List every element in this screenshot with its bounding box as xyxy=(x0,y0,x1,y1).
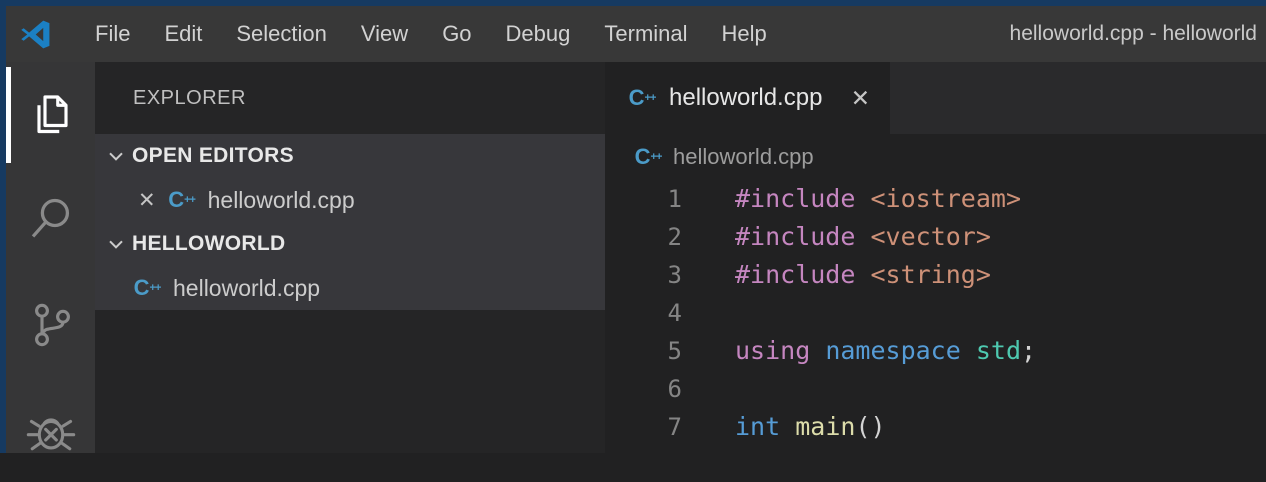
code-token: std xyxy=(976,336,1021,365)
activity-search-button[interactable] xyxy=(6,167,95,272)
code-token: main xyxy=(795,412,855,441)
menu-item-selection[interactable]: Selection xyxy=(219,6,344,62)
activity-debug-button[interactable] xyxy=(6,377,95,482)
menu-item-view[interactable]: View xyxy=(344,6,425,62)
menu-item-terminal[interactable]: Terminal xyxy=(587,6,704,62)
code-token xyxy=(855,222,870,251)
section-folder-helloworld[interactable]: HELLOWORLD xyxy=(95,222,605,266)
code-token xyxy=(810,336,825,365)
explorer-sidebar: EXPLORER OPEN EDITORS ✕ C++ helloworld.c… xyxy=(95,62,605,453)
window-title: helloworld.cpp - helloworld xyxy=(1010,22,1266,46)
window-border-top xyxy=(0,0,1266,6)
tab-helloworld[interactable]: C++ helloworld.cpp ✕ xyxy=(605,62,890,134)
activity-source-control-button[interactable] xyxy=(6,272,95,377)
code-token: ; xyxy=(1021,336,1036,365)
code-token: #include xyxy=(735,222,855,251)
cpp-file-icon: C++ xyxy=(633,146,663,168)
code-token: () xyxy=(855,412,885,441)
code-line[interactable]: 4 xyxy=(605,294,1266,332)
file-name: helloworld.cpp xyxy=(208,187,355,214)
code-line[interactable]: 7 int main() xyxy=(605,408,1266,446)
active-view-indicator xyxy=(6,67,11,163)
debug-icon xyxy=(26,405,76,455)
editor-group: C++ helloworld.cpp ✕ C++ helloworld.cpp … xyxy=(605,62,1266,453)
line-number: 6 xyxy=(605,370,682,408)
cpp-file-icon: C++ xyxy=(627,87,657,109)
code-line[interactable]: 5 using namespace std; xyxy=(605,332,1266,370)
chevron-down-icon xyxy=(104,144,128,168)
section-open-editors[interactable]: OPEN EDITORS xyxy=(95,134,605,178)
search-icon xyxy=(26,195,76,245)
menu-item-debug[interactable]: Debug xyxy=(489,6,588,62)
code-line[interactable]: 3 #include <string> xyxy=(605,256,1266,294)
close-icon[interactable]: ✕ xyxy=(138,190,156,211)
code-token: int xyxy=(735,412,780,441)
code-editor: 1 #include <iostream> 2 #include <vector… xyxy=(605,180,1266,453)
file-tree: OPEN EDITORS ✕ C++ helloworld.cpp HELLOW… xyxy=(95,134,605,310)
tab-close-icon[interactable]: ✕ xyxy=(851,87,870,110)
section-label: HELLOWORLD xyxy=(132,232,285,256)
tab-bar: C++ helloworld.cpp ✕ xyxy=(605,62,1266,134)
chevron-down-icon xyxy=(104,232,128,256)
code-token: <string> xyxy=(870,260,990,289)
window-border-left xyxy=(0,0,6,453)
open-editor-item[interactable]: ✕ C++ helloworld.cpp xyxy=(95,178,605,222)
breadcrumbs: C++ helloworld.cpp xyxy=(605,134,1266,180)
line-number: 2 xyxy=(605,218,682,256)
code-token: using xyxy=(735,336,810,365)
code-token xyxy=(961,336,976,365)
code-token xyxy=(780,412,795,441)
code-line[interactable]: 2 #include <vector> xyxy=(605,218,1266,256)
tab-label: helloworld.cpp xyxy=(669,84,822,112)
menu-item-go[interactable]: Go xyxy=(425,6,488,62)
code-token: namespace xyxy=(825,336,960,365)
menu-item-edit[interactable]: Edit xyxy=(147,6,219,62)
files-icon xyxy=(27,91,75,139)
code-token: #include xyxy=(735,260,855,289)
cpp-file-icon: C++ xyxy=(167,189,197,211)
breadcrumb-label: helloworld.cpp xyxy=(673,144,814,170)
file-name: helloworld.cpp xyxy=(173,275,320,302)
line-number: 1 xyxy=(605,180,682,218)
code-token xyxy=(855,260,870,289)
code-token: <vector> xyxy=(870,222,990,251)
source-control-icon xyxy=(27,301,75,349)
vscode-window: { "window": { "title": "helloworld.cpp -… xyxy=(0,0,1266,453)
vscode-logo-icon xyxy=(19,18,52,51)
title-bar: File Edit Selection View Go Debug Termin… xyxy=(6,6,1266,62)
code-token: #include xyxy=(735,184,855,213)
section-label: OPEN EDITORS xyxy=(132,144,294,168)
menu-item-help[interactable]: Help xyxy=(705,6,784,62)
line-number: 4 xyxy=(605,294,682,332)
line-number: 7 xyxy=(605,408,682,446)
breadcrumb-item-file[interactable]: C++ helloworld.cpp xyxy=(633,144,814,170)
tree-file-item[interactable]: C++ helloworld.cpp xyxy=(95,266,605,310)
cpp-file-icon: C++ xyxy=(132,277,162,299)
code-line[interactable]: 6 xyxy=(605,370,1266,408)
code-line[interactable]: 1 #include <iostream> xyxy=(605,180,1266,218)
line-number: 3 xyxy=(605,256,682,294)
code-token: <iostream> xyxy=(870,184,1021,213)
sidebar-title: EXPLORER xyxy=(95,62,605,134)
menu-bar: File Edit Selection View Go Debug Termin… xyxy=(78,6,784,62)
activity-explorer-button[interactable] xyxy=(6,62,95,167)
menu-item-file[interactable]: File xyxy=(78,6,147,62)
activity-bar xyxy=(6,62,95,453)
code-token xyxy=(855,184,870,213)
line-number: 5 xyxy=(605,332,682,370)
